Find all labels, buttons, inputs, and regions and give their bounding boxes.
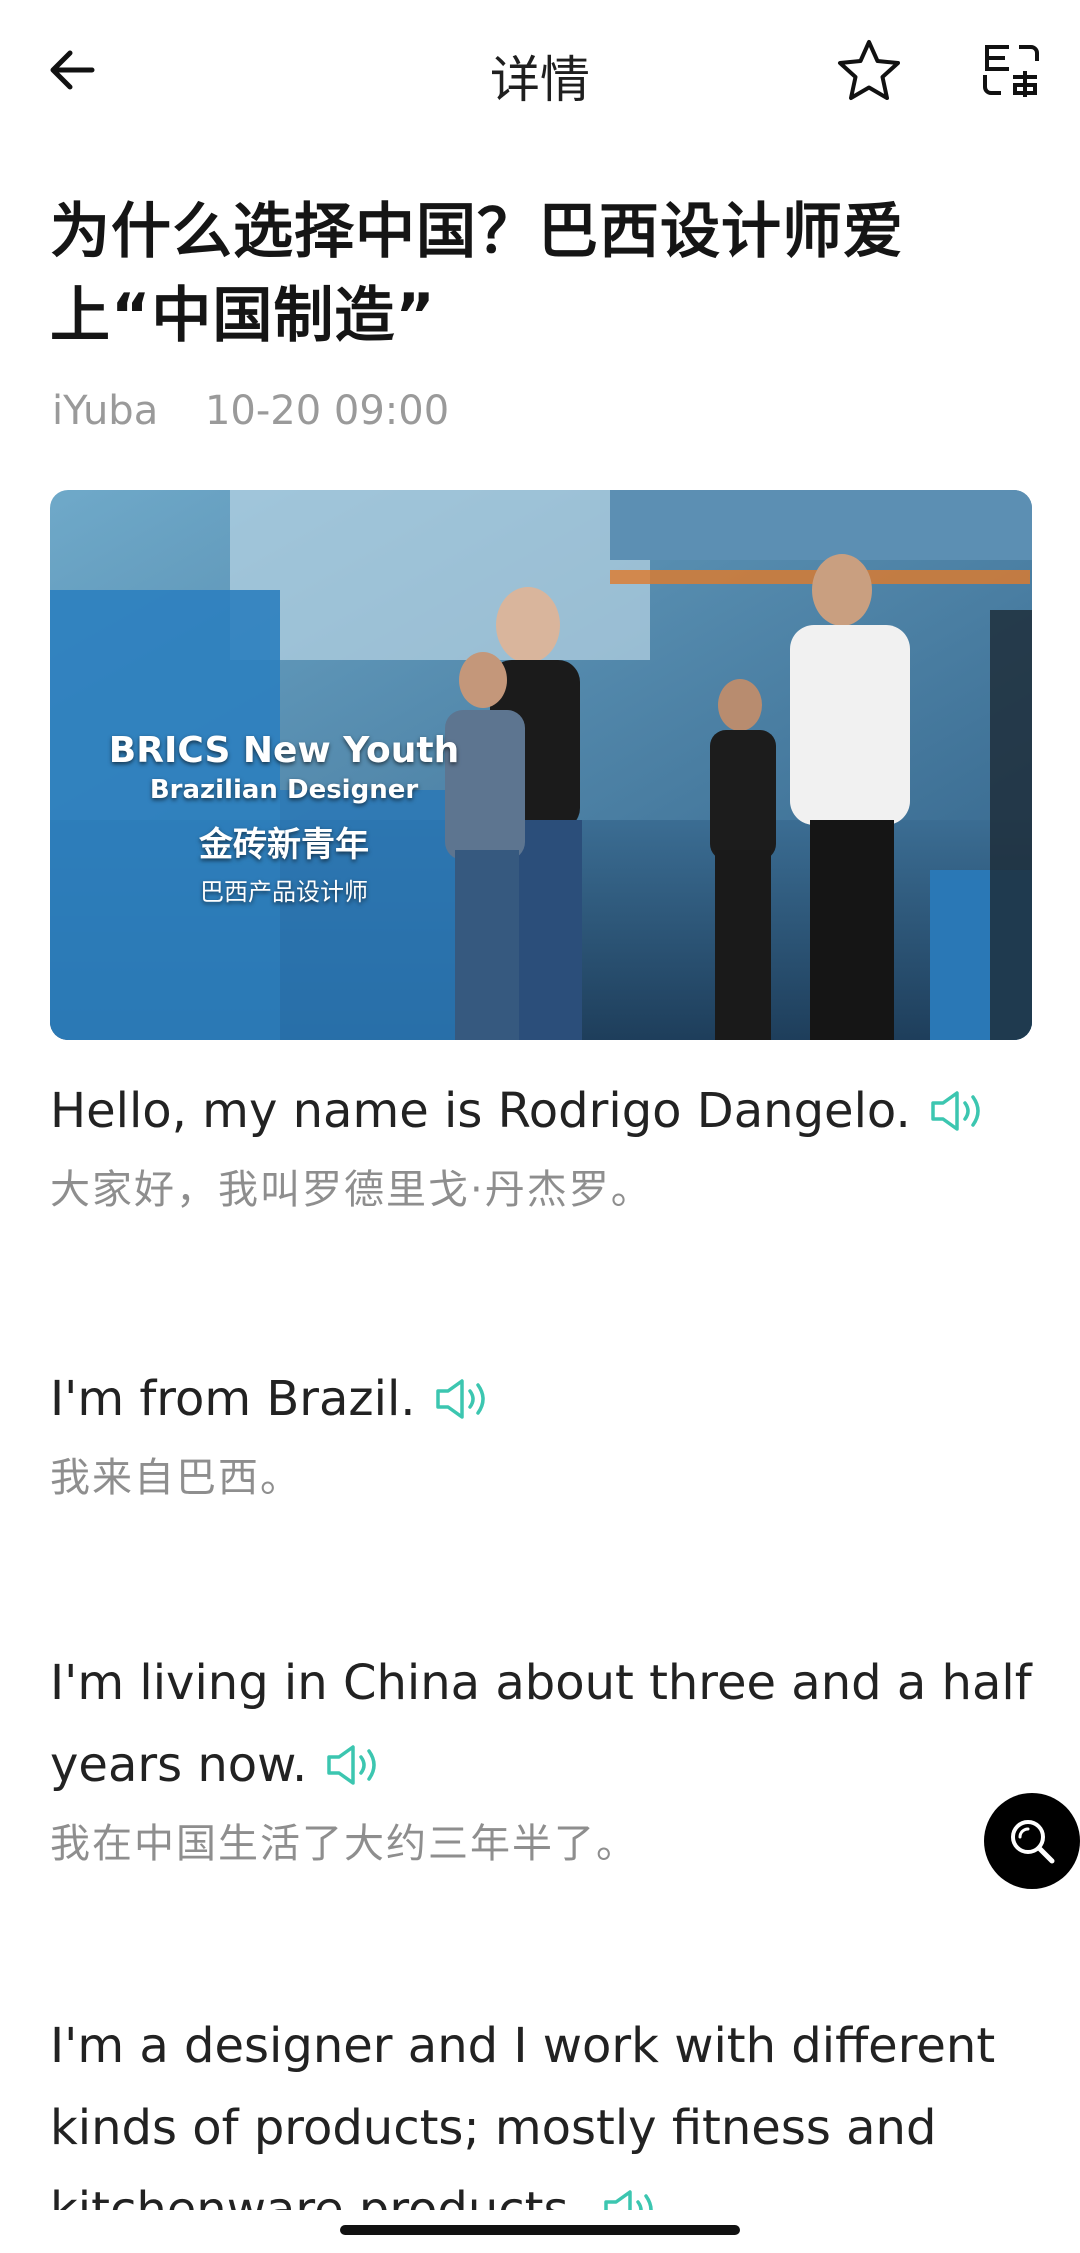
sentence-item[interactable]: I'm living in China about three and a ha… xyxy=(50,1642,1040,1874)
article-meta: iYuba 10-20 09:00 xyxy=(52,388,449,434)
screen: 详情 为什么选择中国？巴西设计师爱上“中国制造” iYuba 10-20 09:… xyxy=(0,0,1080,2210)
speaker-icon[interactable] xyxy=(323,1743,383,1787)
translate-icon xyxy=(983,45,1039,97)
hero-caption-en-title: BRICS New Youth xyxy=(108,730,460,771)
sentence-chinese: 我在中国生活了大约三年半了。 xyxy=(50,1821,638,1867)
hero-caption-en-subtitle: Brazilian Designer xyxy=(149,775,419,805)
article-title: 为什么选择中国？巴西设计师爱上“中国制造” xyxy=(50,197,904,351)
hero-caption: BRICS New Youth Brazilian Designer 金砖新青年… xyxy=(94,730,474,907)
sentence-item[interactable]: I'm a designer and I work with different… xyxy=(50,2005,1040,2210)
sentence-english-text: Hello, my name is Rodrigo Dangelo. xyxy=(50,1083,911,1139)
sentence-chinese: 我来自巴西。 xyxy=(50,1455,302,1501)
search-icon xyxy=(1011,1820,1055,1864)
hero-image[interactable]: BRICS New Youth Brazilian Designer 金砖新青年… xyxy=(50,490,1032,1040)
sentence-english[interactable]: I'm from Brazil. xyxy=(50,1358,1040,1440)
sentence-item[interactable]: I'm from Brazil. 我来自巴西。 xyxy=(50,1358,1040,1508)
sentence-item[interactable]: Hello, my name is Rodrigo Dangelo. 大家好，我… xyxy=(50,1070,1040,1220)
translate-button[interactable] xyxy=(976,36,1046,106)
speaker-icon[interactable] xyxy=(600,2188,660,2210)
home-indicator[interactable] xyxy=(340,2225,740,2235)
star-outline-icon xyxy=(838,40,900,100)
favorite-button[interactable] xyxy=(832,34,906,108)
sentence-english[interactable]: I'm a designer and I work with different… xyxy=(50,2005,1040,2210)
sentence-chinese: 大家好，我叫罗德里戈·丹杰罗。 xyxy=(50,1167,653,1213)
hero-caption-zh-subtitle: 巴西产品设计师 xyxy=(200,878,368,906)
page-title: 详情 xyxy=(490,51,590,109)
sentence-english-text: I'm from Brazil. xyxy=(50,1371,416,1427)
search-fab[interactable] xyxy=(984,1793,1080,1889)
speaker-icon[interactable] xyxy=(432,1377,492,1421)
sentence-english[interactable]: Hello, my name is Rodrigo Dangelo. xyxy=(50,1070,1040,1152)
hero-caption-zh-title: 金砖新青年 xyxy=(199,825,369,865)
article-datetime: 10-20 09:00 xyxy=(204,388,450,434)
sentence-english-text: I'm living in China about three and a ha… xyxy=(50,1655,1032,1793)
sentence-english[interactable]: I'm living in China about three and a ha… xyxy=(50,1642,1040,1806)
top-bar: 详情 xyxy=(0,0,1080,150)
article-source: iYuba xyxy=(52,388,159,434)
speaker-icon[interactable] xyxy=(927,1089,987,1133)
sentence-english-text: I'm a designer and I work with different… xyxy=(50,2018,996,2210)
